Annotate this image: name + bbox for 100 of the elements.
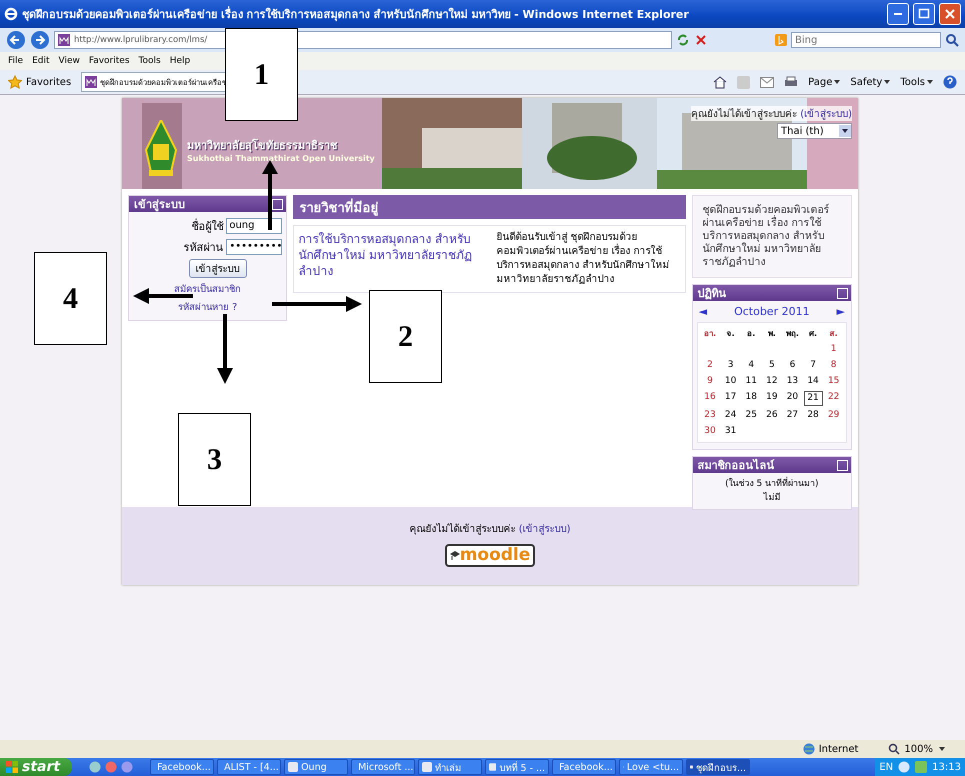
taskbar-button[interactable]: Oung: [284, 759, 348, 775]
annotation-box: 2: [369, 290, 442, 383]
calendar-day[interactable]: 14: [804, 375, 822, 388]
calendar-day[interactable]: 12: [763, 375, 780, 388]
close-button[interactable]: [939, 3, 961, 25]
taskbar-button[interactable]: ALIST - [4...: [217, 759, 282, 775]
start-button[interactable]: start: [0, 758, 72, 776]
collapse-icon[interactable]: [837, 460, 848, 470]
language-select[interactable]: Thai (th): [777, 123, 852, 139]
collapse-icon[interactable]: [837, 288, 848, 298]
mail-icon[interactable]: [760, 76, 774, 88]
calendar-day[interactable]: 20: [784, 391, 801, 406]
login-link[interactable]: (เข้าสู่ระบบ): [518, 524, 570, 535]
maximize-button[interactable]: [913, 3, 935, 25]
calendar-day[interactable]: 30: [701, 425, 718, 438]
next-month-link[interactable]: ►: [836, 305, 845, 318]
site-summary: ชุดฝึกอบรมด้วยคอมพิวเตอร์ผ่านเครือข่าย เรื่อง การใช้บริการหอสมุดกลาง สำหรับนักศึกษาใหม่ มหาวิทยาลัยราชภัฏลำปาง: [692, 195, 852, 278]
stop-icon[interactable]: [694, 33, 708, 47]
calendar-day[interactable]: 21: [804, 391, 823, 406]
calendar-day[interactable]: 28: [804, 409, 822, 422]
calendar-day[interactable]: 5: [763, 359, 780, 372]
ie-icon: [4, 7, 18, 21]
calendar-day[interactable]: 4: [742, 359, 760, 372]
taskbar-button[interactable]: ทำเล่ม: [418, 759, 482, 775]
taskbar-button[interactable]: ชุดฝึกอบร...: [686, 759, 750, 775]
minimize-icon: [894, 13, 902, 15]
bing-icon: [775, 34, 787, 46]
menu-item[interactable]: Help: [170, 56, 190, 66]
block-title: ปฏิทิน: [698, 286, 727, 302]
calendar-day[interactable]: 3: [722, 359, 740, 372]
login-notice: คุณยังไม่ได้เข้าสู่ระบบค่ะ: [410, 524, 516, 535]
month-title[interactable]: October 2011: [734, 305, 810, 318]
section-heading: รายวิชาที่มีอยู่: [293, 195, 686, 219]
login-link[interactable]: (เข้าสู่ระบบ): [800, 109, 852, 120]
toolbar-menu[interactable]: Safety: [850, 76, 890, 88]
previous-month-link[interactable]: ◄: [698, 305, 708, 318]
menu-item[interactable]: Edit: [32, 56, 50, 66]
login-button[interactable]: เข้าสู่ระบบ: [188, 259, 247, 278]
calendar-day[interactable]: 13: [784, 375, 801, 388]
calendar-day[interactable]: 25: [742, 409, 760, 422]
forward-button[interactable]: [30, 30, 50, 50]
arrow: [217, 314, 233, 384]
home-icon[interactable]: [713, 75, 728, 89]
printer-icon[interactable]: [784, 76, 798, 88]
calendar-day[interactable]: 7: [804, 359, 822, 372]
calendar-day[interactable]: 22: [825, 391, 842, 406]
menu-item[interactable]: File: [8, 56, 24, 66]
calendar-day[interactable]: 8: [825, 359, 842, 372]
calendar-day[interactable]: 1: [825, 343, 842, 356]
zoom-level[interactable]: 100%: [904, 744, 933, 754]
menu-item[interactable]: Favorites: [88, 56, 130, 66]
calendar-day[interactable]: 29: [825, 409, 842, 422]
help-icon[interactable]: [943, 75, 957, 89]
calendar-day[interactable]: 26: [763, 409, 780, 422]
quick-launch-icon[interactable]: [89, 761, 102, 773]
window-title: ชุดฝึกอบรมด้วยคอมพิวเตอร์ผ่านเครือข่าย เรื่อง การใช้บริการหอสมุดกลาง สำหรับนักศึกษาใหม่ มหาวิทย - Windows Internet Explorer: [22, 5, 690, 23]
site-icon: [85, 76, 98, 88]
collapse-icon[interactable]: [272, 198, 284, 210]
minimize-button[interactable]: [887, 3, 909, 25]
link[interactable]: สมัครเป็นสมาชิก: [174, 281, 242, 296]
search-icon[interactable]: [945, 33, 959, 47]
taskbar-button[interactable]: Facebook...: [150, 759, 214, 775]
period-note: (ในช่วง 5 นาทีที่ผ่านมา): [725, 476, 819, 490]
hat-icon: [450, 550, 460, 560]
refresh-icon[interactable]: [676, 33, 690, 47]
calendar-day[interactable]: 18: [742, 391, 760, 406]
caret-icon: [939, 747, 945, 751]
calendar-day[interactable]: 24: [722, 409, 740, 422]
menu-item[interactable]: Tools: [138, 56, 161, 66]
taskbar-button[interactable]: บทที่ 5 - ...: [485, 759, 550, 775]
star-icon: [8, 75, 22, 89]
course-link[interactable]: การใช้บริการหอสมุดกลาง สำหรับนักศึกษาใหม่ มหาวิทยาลัยราชภัฏลำปาง: [298, 231, 488, 287]
calendar-day[interactable]: 17: [722, 391, 740, 406]
close-icon: [943, 7, 957, 21]
password-field[interactable]: •••••••••: [226, 239, 282, 255]
calendar-day[interactable]: 23: [701, 409, 718, 422]
menu-item[interactable]: View: [58, 56, 80, 66]
calendar-day[interactable]: 19: [763, 391, 780, 406]
toolbar-menu[interactable]: Tools: [900, 76, 933, 88]
back-button[interactable]: [6, 30, 26, 50]
taskbar-button[interactable]: Facebook...: [552, 759, 616, 775]
taskbar-button[interactable]: Love <tu...: [619, 759, 684, 775]
taskbar-button[interactable]: Microsoft ...: [351, 759, 416, 775]
calendar-day[interactable]: 11: [742, 375, 760, 388]
search-field[interactable]: Bing: [791, 32, 941, 48]
username-field[interactable]: oung: [226, 218, 282, 234]
link[interactable]: รหัสผ่านหาย ?: [178, 299, 238, 314]
clock: 13:13: [932, 762, 961, 772]
calendar-day[interactable]: 9: [701, 375, 718, 388]
toolbar-menu[interactable]: Page: [808, 76, 840, 88]
calendar-day[interactable]: 31: [722, 425, 740, 438]
calendar-day[interactable]: 10: [722, 375, 740, 388]
calendar-day[interactable]: 27: [784, 409, 801, 422]
tray-icon[interactable]: [898, 761, 910, 773]
calendar-day[interactable]: 16: [701, 391, 718, 406]
favorites-button[interactable]: Favorites: [8, 75, 72, 89]
app-icon: [288, 762, 298, 772]
calendar-day[interactable]: 6: [784, 359, 801, 372]
calendar-day[interactable]: 2: [701, 359, 718, 372]
calendar-day[interactable]: 15: [825, 375, 842, 388]
